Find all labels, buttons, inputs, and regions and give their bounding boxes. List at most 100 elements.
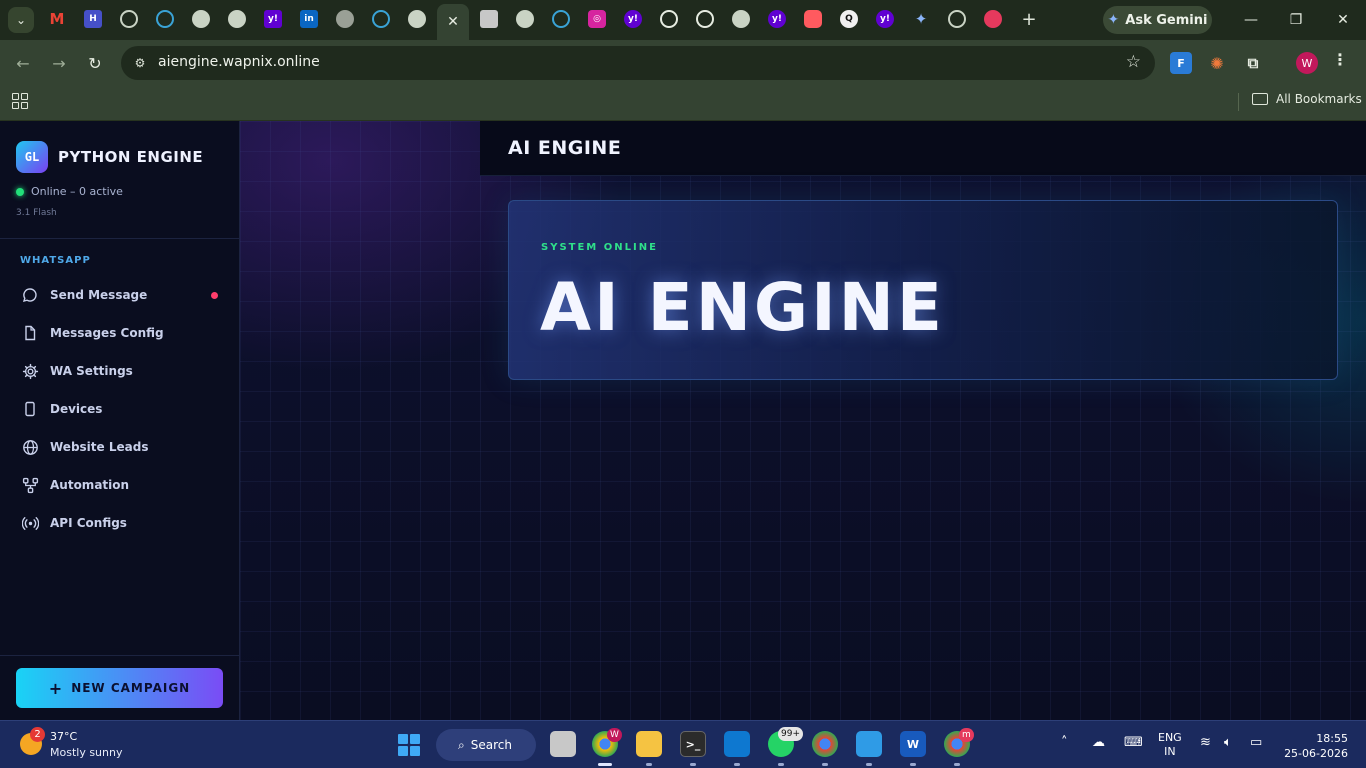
extensions-puzzle-icon[interactable]: ⧉: [1242, 52, 1264, 74]
app-icon[interactable]: [804, 10, 822, 28]
chrome-icon[interactable]: [812, 731, 838, 757]
running-indicator: [646, 763, 652, 766]
show-hidden-icons[interactable]: ˄: [1061, 735, 1068, 750]
globe-icon: [21, 438, 39, 456]
extension-icon[interactable]: ✺: [1206, 52, 1228, 74]
all-bookmarks-label: All Bookmarks: [1276, 92, 1362, 106]
battery-icon[interactable]: ▭: [1250, 735, 1262, 750]
keyboard-icon[interactable]: ⌨: [1124, 735, 1143, 750]
system-clock[interactable]: 18:55 25-06-2026: [1284, 731, 1348, 761]
taskbar-search-label: Search: [470, 738, 512, 752]
sidebar-item-wa-settings[interactable]: WA Settings: [0, 352, 239, 390]
github-icon[interactable]: [696, 10, 714, 28]
file-explorer-icon[interactable]: [636, 731, 662, 757]
cloud-off-icon[interactable]: ☁: [1092, 735, 1105, 750]
region-code: IN: [1164, 745, 1176, 758]
github-icon[interactable]: [660, 10, 678, 28]
address-bar[interactable]: ⚙ aiengine.wapnix.online ☆: [121, 46, 1155, 80]
volume-icon[interactable]: 🔈︎: [1224, 735, 1232, 750]
vscode-icon[interactable]: [724, 731, 750, 757]
globe-icon[interactable]: [948, 10, 966, 28]
bookmarks-bar: All Bookmarks: [0, 86, 1366, 121]
yahoo-icon[interactable]: y!: [264, 10, 282, 28]
online-dot-icon: [16, 187, 24, 196]
gmail-icon[interactable]: M: [48, 10, 66, 28]
app-icon[interactable]: H: [84, 10, 102, 28]
running-indicator: [822, 763, 828, 766]
profile-avatar[interactable]: W: [1296, 52, 1318, 74]
globe-icon[interactable]: [408, 10, 426, 28]
running-indicator: [910, 763, 916, 766]
running-indicator: [734, 763, 740, 766]
app-icon[interactable]: [984, 10, 1002, 28]
apps-grid-icon[interactable]: [12, 93, 28, 109]
task-view-icon[interactable]: [550, 731, 576, 757]
new-tab-button[interactable]: +: [1018, 8, 1040, 30]
globe-icon[interactable]: [228, 10, 246, 28]
restore-button[interactable]: ❐: [1281, 8, 1311, 32]
gemini-tab-icon[interactable]: ✦: [912, 10, 930, 28]
ask-gemini-button[interactable]: ✦ Ask Gemini: [1103, 6, 1212, 34]
globe-icon[interactable]: [732, 10, 750, 28]
clock-date: 25-06-2026: [1284, 747, 1348, 760]
app-icon[interactable]: Q: [840, 10, 858, 28]
brand-name: PYTHON ENGINE: [58, 148, 204, 166]
minimize-button[interactable]: —: [1236, 8, 1266, 32]
chrome-profile-badge: m: [959, 728, 974, 742]
url-text[interactable]: aiengine.wapnix.online: [158, 54, 320, 70]
section-label-whatsapp: WHATSAPP: [20, 255, 91, 266]
browser-menu-icon[interactable]: ⋮: [1332, 50, 1348, 69]
gear-icon: [21, 362, 39, 380]
sidebar-item-label: Devices: [50, 402, 103, 416]
extension-icon[interactable]: F: [1170, 52, 1192, 74]
app-icon[interactable]: [336, 10, 354, 28]
word-icon[interactable]: W: [900, 731, 926, 757]
phone-icon: [21, 400, 39, 418]
language-indicator[interactable]: ENG IN: [1158, 731, 1182, 759]
sidebar-item-website-leads[interactable]: Website Leads: [0, 428, 239, 466]
weather-description[interactable]: Mostly sunny: [50, 746, 122, 759]
photos-icon[interactable]: [856, 731, 882, 757]
system-status-label: SYSTEM ONLINE: [541, 242, 658, 253]
site-info-icon[interactable]: ⚙: [131, 54, 149, 72]
tab-active-close-icon[interactable]: ✕: [437, 4, 469, 40]
app-icon[interactable]: [372, 10, 390, 28]
all-bookmarks-button[interactable]: All Bookmarks: [1252, 92, 1362, 106]
instagram-icon[interactable]: ◎: [588, 10, 606, 28]
workflow-icon: [21, 476, 39, 494]
taskbar-search[interactable]: ⌕ Search: [436, 729, 536, 761]
sidebar-item-devices[interactable]: Devices: [0, 390, 239, 428]
close-window-button[interactable]: ✕: [1328, 8, 1358, 32]
sidebar-item-api-configs[interactable]: API Configs: [0, 504, 239, 542]
terminal-icon[interactable]: >_: [680, 731, 706, 757]
reload-button[interactable]: ↻: [83, 51, 107, 75]
connection-status: Online – 0 active: [16, 185, 123, 198]
running-indicator: [690, 763, 696, 766]
globe-icon[interactable]: [120, 10, 138, 28]
bookmark-star-icon[interactable]: ☆: [1126, 52, 1141, 72]
clock-time: 18:55: [1316, 732, 1348, 745]
sidebar-nav: Send Message Messages Config WA Settings: [0, 276, 239, 542]
hero-title: AI ENGINE: [540, 269, 945, 346]
wifi-icon[interactable]: ≋: [1200, 735, 1211, 750]
new-campaign-button[interactable]: + NEW CAMPAIGN: [16, 668, 223, 708]
forward-button[interactable]: →: [47, 51, 71, 75]
chrome-profile-badge: W: [607, 728, 622, 742]
yahoo-icon[interactable]: y!: [624, 10, 642, 28]
globe-icon[interactable]: [192, 10, 210, 28]
sidebar-item-messages-config[interactable]: Messages Config: [0, 314, 239, 352]
new-campaign-label: NEW CAMPAIGN: [71, 681, 191, 695]
tab-search-button[interactable]: ⌄: [8, 7, 34, 33]
weather-temperature[interactable]: 37°C: [50, 730, 77, 743]
yahoo-icon[interactable]: y!: [768, 10, 786, 28]
back-button[interactable]: ←: [11, 51, 35, 75]
app-icon[interactable]: [552, 10, 570, 28]
sidebar-item-automation[interactable]: Automation: [0, 466, 239, 504]
sidebar-item-send-message[interactable]: Send Message: [0, 276, 239, 314]
globe-icon[interactable]: [516, 10, 534, 28]
globe-icon[interactable]: [156, 10, 174, 28]
start-button[interactable]: [398, 734, 420, 756]
app-icon[interactable]: [480, 10, 498, 28]
linkedin-icon[interactable]: in: [300, 10, 318, 28]
yahoo-icon[interactable]: y!: [876, 10, 894, 28]
